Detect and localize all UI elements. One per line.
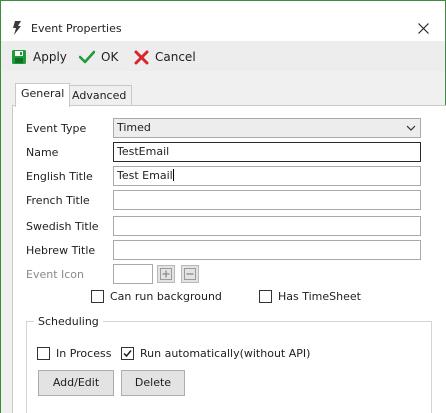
french-title-label: French Title	[26, 194, 90, 207]
add-edit-button[interactable]: Add/Edit	[38, 370, 114, 396]
can-run-background-label: Can run background	[110, 290, 222, 303]
checkbox-box	[121, 347, 134, 360]
text-caret	[172, 169, 174, 181]
event-type-value: Timed	[117, 121, 151, 134]
english-title-label: English Title	[26, 170, 93, 183]
cancel-button[interactable]: Cancel	[134, 48, 196, 66]
close-icon	[417, 22, 429, 34]
checkmark-icon	[79, 50, 95, 64]
ok-label: OK	[101, 50, 119, 64]
english-title-value: Test Email	[117, 169, 173, 182]
event-icon-field[interactable]	[113, 264, 153, 284]
lightning-icon	[13, 21, 21, 35]
tab-general[interactable]: General	[15, 83, 71, 107]
swedish-title-field[interactable]	[113, 216, 421, 236]
checkbox-box	[91, 290, 104, 303]
hebrew-title-field[interactable]	[113, 240, 421, 260]
title-bar: Event Properties	[1, 1, 445, 41]
event-properties-window: Event Properties Apply OK Cancel General…	[0, 0, 446, 413]
cancel-x-icon	[134, 50, 149, 64]
plus-icon	[160, 268, 172, 280]
scheduling-title: Scheduling	[34, 315, 103, 328]
apply-button[interactable]: Apply	[11, 48, 67, 66]
name-label: Name	[26, 146, 59, 159]
in-process-label: In Process	[56, 347, 112, 360]
has-timesheet-label: Has TimeSheet	[278, 290, 361, 303]
general-tab-panel: Event Type Timed Name TestEmail English …	[12, 105, 446, 413]
english-title-field[interactable]: Test Email	[113, 166, 421, 186]
delete-button[interactable]: Delete	[121, 370, 185, 396]
can-run-background-checkbox[interactable]: Can run background	[91, 290, 222, 303]
apply-label: Apply	[33, 50, 67, 64]
french-title-field[interactable]	[113, 190, 421, 210]
event-type-select[interactable]: Timed	[113, 118, 421, 138]
has-timesheet-checkbox[interactable]: Has TimeSheet	[259, 290, 361, 303]
checkbox-box	[259, 290, 272, 303]
event-type-label: Event Type	[26, 122, 87, 135]
save-icon	[12, 50, 26, 64]
name-field[interactable]: TestEmail	[113, 142, 421, 162]
hebrew-title-label: Hebrew Title	[26, 244, 96, 257]
add-icon-button[interactable]	[157, 265, 175, 283]
cancel-label: Cancel	[155, 50, 196, 64]
tab-advanced[interactable]: Advanced	[66, 85, 133, 107]
remove-icon-button[interactable]	[181, 265, 199, 283]
window-title: Event Properties	[31, 22, 122, 35]
name-value: TestEmail	[117, 145, 170, 158]
in-process-checkbox[interactable]: In Process	[37, 347, 111, 360]
checkbox-box	[37, 347, 50, 360]
run-automatically-checkbox[interactable]: Run automatically(without API)	[121, 347, 310, 360]
toolbar: Apply OK Cancel	[1, 41, 445, 71]
tab-control: General Advanced Event Type Timed Name T…	[1, 71, 446, 413]
chevron-down-icon	[406, 125, 416, 131]
scheduling-group: Scheduling In Process Run automatically(…	[26, 315, 432, 413]
checkmark-icon	[123, 350, 132, 358]
swedish-title-label: Swedish Title	[26, 220, 99, 233]
close-button[interactable]	[409, 15, 437, 41]
minus-icon	[184, 268, 196, 280]
ok-button[interactable]: OK	[79, 48, 118, 66]
event-icon-label: Event Icon	[26, 268, 85, 281]
run-automatically-label: Run automatically(without API)	[140, 347, 311, 360]
